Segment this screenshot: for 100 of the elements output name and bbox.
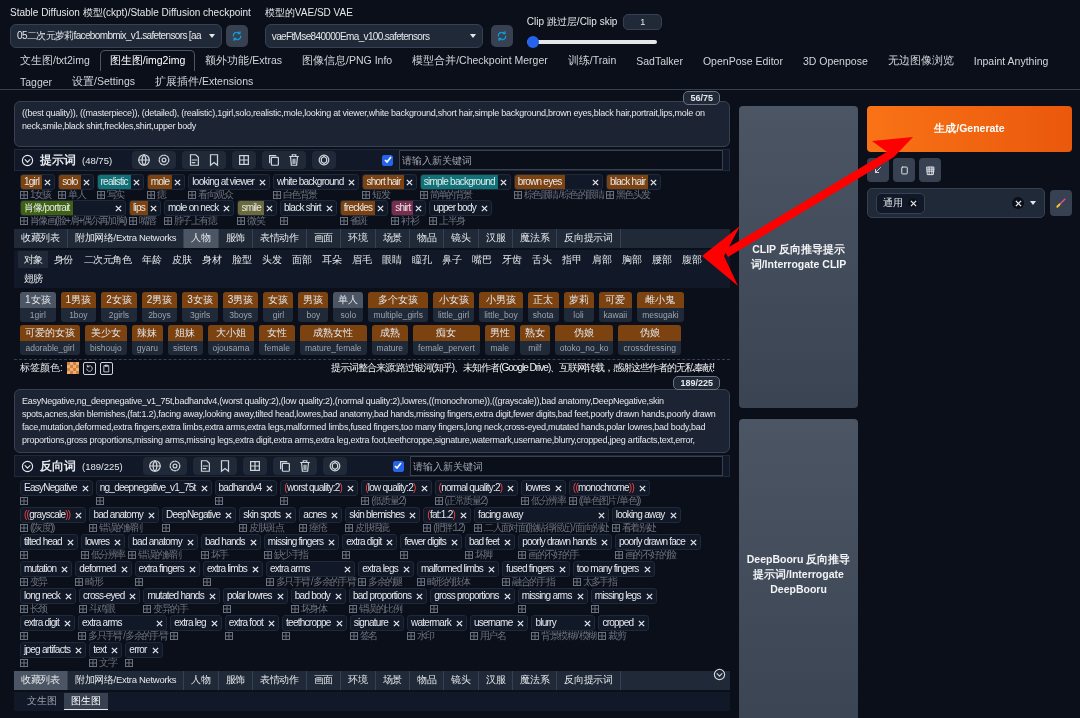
tag-chip[interactable]: malformed limbs bbox=[417, 561, 500, 577]
close-icon[interactable] bbox=[393, 619, 401, 627]
close-icon[interactable] bbox=[592, 178, 599, 186]
subcategory-tab[interactable]: 眉毛 bbox=[346, 251, 377, 268]
keyword-button[interactable]: 萝莉 loli bbox=[563, 292, 594, 322]
close-icon[interactable] bbox=[252, 565, 259, 573]
category-tab[interactable]: 汉服 bbox=[478, 229, 514, 248]
tag-chip[interactable]: facing away bbox=[474, 507, 609, 523]
tag-chip[interactable]: mutated hands bbox=[143, 588, 220, 604]
close-icon[interactable] bbox=[643, 565, 651, 573]
keyword-button[interactable]: 小男孩 little_boy bbox=[479, 292, 523, 322]
category-tab[interactable]: 服饰 bbox=[218, 229, 253, 248]
tag-chip[interactable]: 肖像/portrait bbox=[20, 200, 126, 216]
category-tab[interactable]: 画面 bbox=[306, 229, 342, 248]
tag-chip[interactable]: EasyNegative bbox=[20, 480, 93, 496]
subcategory-tab[interactable]: 舌头 bbox=[526, 251, 557, 268]
tag-chip[interactable]: black hair bbox=[606, 174, 662, 190]
close-icon[interactable] bbox=[1014, 199, 1022, 207]
close-icon[interactable] bbox=[451, 538, 458, 546]
close-icon[interactable] bbox=[186, 538, 194, 546]
nav-tab[interactable]: 无边图像浏览 bbox=[877, 50, 964, 71]
tag-chip[interactable]: looking at viewer bbox=[188, 174, 271, 190]
tag-chip[interactable]: (worst quality:2) bbox=[280, 480, 359, 496]
category-tab[interactable]: 魔法系 bbox=[513, 671, 558, 690]
color-swatch[interactable] bbox=[66, 362, 79, 374]
subcategory-tab[interactable]: 腹部 bbox=[676, 251, 707, 268]
category-tab[interactable]: 收藏列表 bbox=[14, 671, 68, 690]
tag-chip[interactable]: deformed bbox=[75, 561, 132, 577]
close-icon[interactable] bbox=[225, 511, 233, 519]
tag-chip[interactable]: brown eyes bbox=[513, 174, 603, 190]
close-icon[interactable] bbox=[377, 204, 385, 212]
category-tab[interactable]: 魔法系 bbox=[513, 229, 558, 248]
tag-chip[interactable]: poorly drawn hands bbox=[518, 534, 612, 550]
close-icon[interactable] bbox=[200, 484, 208, 492]
close-icon[interactable] bbox=[156, 619, 164, 627]
category-tab[interactable]: 收藏列表 bbox=[14, 229, 68, 248]
close-icon[interactable] bbox=[65, 592, 73, 600]
keyword-button[interactable]: 小女孩 little_girl bbox=[433, 292, 475, 322]
nav-tab[interactable]: 训练/Train bbox=[557, 50, 627, 71]
tag-chip[interactable]: jpeg artifacts bbox=[20, 642, 87, 658]
keyword-button[interactable]: 1男孩 1boy bbox=[60, 292, 97, 322]
keyword-button[interactable]: 男孩 boy bbox=[298, 292, 329, 322]
close-icon[interactable] bbox=[503, 592, 511, 600]
keyword-button[interactable]: 1女孩 1girl bbox=[20, 292, 56, 322]
tag-chip[interactable]: fewer digits bbox=[400, 534, 462, 550]
subcategory-tab[interactable]: 二次元角色 bbox=[78, 251, 137, 268]
checkbox[interactable] bbox=[392, 460, 404, 472]
tag-chip[interactable]: smile bbox=[237, 200, 278, 216]
close-icon[interactable] bbox=[266, 484, 274, 492]
tag-chip[interactable]: upper body bbox=[429, 200, 492, 216]
close-icon[interactable] bbox=[409, 511, 417, 519]
tag-chip[interactable]: extra fingers bbox=[134, 561, 200, 577]
close-icon[interactable] bbox=[403, 565, 410, 573]
close-icon[interactable] bbox=[268, 619, 276, 627]
close-icon[interactable] bbox=[597, 511, 605, 519]
keyword-button[interactable]: 痴女 female_pervert bbox=[413, 325, 480, 355]
interrogate-clip-button[interactable]: CLIP 反向推导提示词/Interrogate CLIP bbox=[739, 106, 858, 408]
close-icon[interactable] bbox=[259, 178, 267, 186]
close-icon[interactable] bbox=[600, 538, 608, 546]
tag-chip[interactable]: blurry bbox=[531, 615, 596, 631]
tag-chip[interactable]: ((grayscale)) bbox=[20, 507, 87, 523]
subcategory-tab[interactable]: 年龄 bbox=[136, 251, 167, 268]
keyword-button[interactable]: 雌小鬼 mesugaki bbox=[637, 292, 684, 322]
subcategory-tab[interactable]: 嘴巴 bbox=[466, 251, 497, 268]
tag-chip[interactable]: simple background bbox=[419, 174, 511, 190]
category-tab[interactable]: 场景 bbox=[375, 229, 410, 248]
tag-chip[interactable]: too many fingers bbox=[572, 561, 655, 577]
copy-button[interactable] bbox=[893, 158, 915, 182]
close-icon[interactable] bbox=[328, 538, 336, 546]
styles-dropdown[interactable]: 通用 bbox=[867, 188, 1045, 218]
prompt-textarea[interactable]: ((best quality)), ((masterpiece)), (detailed), (realistic),1girl,solo,realistic,mole,looking at viewer,white background,short hair,simple background,brown eyes,black hair,portrait,lips,mole on neck,smile,black shirt,freckles,shirt,upper body bbox=[14, 101, 730, 147]
category-tab[interactable]: 场景 bbox=[375, 671, 410, 690]
close-icon[interactable] bbox=[334, 592, 342, 600]
keyword-input[interactable]: 请输入新关键词 bbox=[409, 456, 723, 476]
subcategory-tab[interactable]: 身份 bbox=[48, 251, 78, 268]
number-field[interactable]: 1 bbox=[623, 14, 662, 30]
close-icon[interactable] bbox=[81, 484, 89, 492]
tag-chip[interactable]: polar lowres bbox=[222, 588, 288, 604]
keyword-button[interactable]: 多个女孩 multiple_girls bbox=[368, 292, 428, 322]
keyword-button[interactable]: 可爱的女孩 adorable_girl bbox=[20, 325, 80, 355]
tag-chip[interactable]: skin blemishes bbox=[345, 507, 421, 523]
tag-chip[interactable]: (normal quality:2) bbox=[434, 480, 519, 496]
category-tab[interactable]: 表情动作 bbox=[252, 229, 307, 248]
tag-chip[interactable]: cropped bbox=[598, 615, 650, 631]
tag-chip[interactable]: 1girl bbox=[20, 174, 56, 190]
tag-chip[interactable]: missing legs bbox=[590, 588, 657, 604]
close-icon[interactable] bbox=[507, 484, 515, 492]
tag-chip[interactable]: mole bbox=[146, 174, 186, 190]
tag-chip[interactable]: lowres bbox=[80, 534, 126, 550]
close-icon[interactable] bbox=[480, 204, 488, 212]
close-icon[interactable] bbox=[650, 178, 658, 186]
category-tab[interactable]: 汉服 bbox=[478, 671, 514, 690]
nav-tab[interactable]: Tagger bbox=[10, 71, 63, 92]
vae-dropdown[interactable]: vaeFtMse840000Ema_v100.safetensors bbox=[264, 24, 483, 48]
close-icon[interactable] bbox=[148, 511, 155, 519]
tag-chip[interactable]: skin spots bbox=[239, 507, 297, 523]
close-icon[interactable] bbox=[347, 484, 355, 492]
close-icon[interactable] bbox=[66, 538, 74, 546]
tag-chip[interactable]: ng_deepnegative_v1_75t bbox=[95, 480, 212, 496]
close-icon[interactable] bbox=[331, 511, 339, 519]
